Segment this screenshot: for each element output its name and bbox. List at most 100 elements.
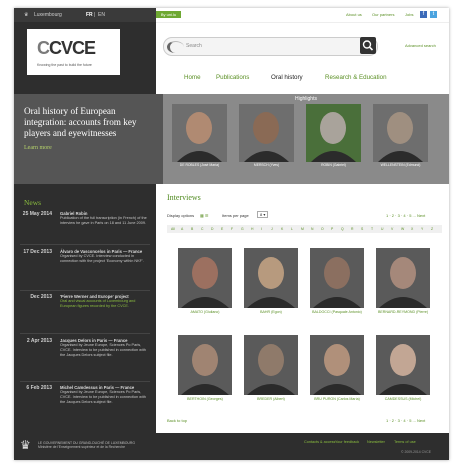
- alphabet-letter[interactable]: S: [361, 227, 363, 231]
- interview-portrait[interactable]: [376, 248, 430, 308]
- alphabet-letter[interactable]: W: [401, 227, 404, 231]
- highlight-name[interactable]: WELLENSTEIN (Edmund): [373, 163, 428, 167]
- footer-newsletter[interactable]: Newsletter: [367, 440, 385, 444]
- news-date: Dec 2013: [30, 294, 52, 300]
- lion-logo-icon: ♛: [20, 438, 31, 452]
- country-label[interactable]: Luxembourg: [34, 12, 62, 18]
- interview-portrait[interactable]: [178, 248, 232, 308]
- news-divider: [20, 244, 150, 245]
- interview-name[interactable]: BAHR (Egon): [244, 310, 298, 315]
- search-input[interactable]: Search: [163, 37, 378, 56]
- highlights-panel: Highlights DE ROBLES (José María) MERSCH…: [163, 94, 449, 184]
- interview-name[interactable]: BALDOCCI (Pasquale Antonio): [310, 310, 364, 315]
- back-to-top-link[interactable]: Back to top: [167, 418, 187, 423]
- lang-en[interactable]: EN: [98, 12, 105, 18]
- highlight-portrait[interactable]: [239, 104, 294, 162]
- alphabet-letter[interactable]: R: [351, 227, 353, 231]
- alphabet-letter[interactable]: F: [231, 227, 233, 231]
- alphabet-letter[interactable]: X: [411, 227, 413, 231]
- footer-terms[interactable]: Terms of use: [394, 440, 416, 444]
- lang-separator: |: [94, 12, 96, 18]
- news-date: 17 Dec 2013: [23, 249, 52, 255]
- alphabet-letter[interactable]: I: [261, 227, 262, 231]
- news-item[interactable]: Gabriel Robin Publication of the full tra…: [60, 211, 148, 226]
- alphabet-letter[interactable]: All: [171, 227, 175, 231]
- alphabet-letter[interactable]: P: [331, 227, 333, 231]
- alphabet-letter[interactable]: V: [391, 227, 393, 231]
- interview-name[interactable]: BREDER (Albert): [244, 397, 298, 402]
- nav-home[interactable]: Home: [184, 74, 201, 81]
- news-date: 25 May 2014: [22, 211, 52, 217]
- news-item[interactable]: Jacques Delors in Paris — France Organise…: [60, 338, 148, 358]
- interview-name[interactable]: BERNARD-REYMOND (Pierre): [376, 310, 430, 315]
- interview-name[interactable]: CAMDESSUS (Michel): [376, 397, 430, 402]
- interview-name[interactable]: BERTHOIN (Georges): [178, 397, 232, 402]
- footer-contacts[interactable]: Contacts & access: [304, 440, 335, 444]
- nav-research-education[interactable]: Research & Education: [325, 74, 387, 81]
- link-partners[interactable]: Our partners: [372, 12, 394, 17]
- uni-badge[interactable]: By uni.lu: [156, 11, 181, 18]
- interview-portrait[interactable]: [376, 335, 430, 395]
- twitter-icon[interactable]: t: [430, 11, 437, 18]
- nav-publications[interactable]: Publications: [216, 74, 249, 81]
- grid-view-icon[interactable]: ▦ ☰: [200, 213, 208, 218]
- facebook-icon[interactable]: f: [420, 11, 427, 18]
- alphabet-letter[interactable]: D: [211, 227, 213, 231]
- highlight-portrait[interactable]: [373, 104, 428, 162]
- alphabet-letter[interactable]: K: [281, 227, 283, 231]
- interview-portrait[interactable]: [244, 335, 298, 395]
- alphabet-letter[interactable]: H: [251, 227, 253, 231]
- interview-portrait[interactable]: [310, 335, 364, 395]
- alphabet-letter[interactable]: O: [321, 227, 324, 231]
- search-button[interactable]: [360, 37, 376, 54]
- interview-portrait[interactable]: [310, 248, 364, 308]
- highlights-title: Highlights: [295, 96, 317, 102]
- highlight-name[interactable]: ROBIN (Gabriel): [306, 163, 361, 167]
- alphabet-filter: All A B C D E F G H I J K L M N O P Q R S T U V W X Y Z: [167, 225, 442, 233]
- main-nav: Home Publications Oral history Research …: [163, 68, 449, 84]
- news-item[interactable]: 'Pierre Werner and Europe' project Oral a…: [60, 294, 148, 309]
- alphabet-letter[interactable]: E: [221, 227, 223, 231]
- news-item[interactable]: Álvaro de Vasconcelos in Paris — France O…: [60, 249, 148, 264]
- footer-feedback[interactable]: Your feedback: [335, 440, 359, 444]
- nav-oral-history[interactable]: Oral history: [271, 74, 303, 81]
- interview-name[interactable]: AMATO (Giuliano): [178, 310, 232, 315]
- logo-tagline: Knowing the past to build the future: [37, 63, 92, 67]
- interview-name[interactable]: BRU PURON (Carlos María): [310, 397, 364, 402]
- highlight-name[interactable]: DE ROBLES (José María): [172, 163, 227, 167]
- news-item[interactable]: Michel Camdessus in Paris — France Organi…: [60, 385, 148, 405]
- alphabet-letter[interactable]: Z: [431, 227, 433, 231]
- alphabet-letter[interactable]: B: [191, 227, 193, 231]
- learn-more-link[interactable]: Learn more: [24, 145, 52, 151]
- interview-portrait[interactable]: [244, 248, 298, 308]
- highlight-portrait[interactable]: [306, 104, 361, 162]
- link-about[interactable]: About us: [346, 12, 362, 17]
- ministry-text: LE GOUVERNEMENT DU GRAND-DUCHÉ DE LUXEMB…: [38, 441, 135, 450]
- alphabet-letter[interactable]: J: [271, 227, 273, 231]
- advanced-search-link[interactable]: Advanced search: [405, 43, 436, 48]
- alphabet-letter[interactable]: Q: [341, 227, 344, 231]
- logo[interactable]: CCVCE Knowing the past to build the futu…: [27, 29, 120, 75]
- search-placeholder: Search: [186, 43, 202, 49]
- highlight-portrait[interactable]: [172, 104, 227, 162]
- alphabet-letter[interactable]: C: [201, 227, 203, 231]
- lang-fr[interactable]: FR: [86, 12, 93, 18]
- highlight-name[interactable]: MERSCH (Yves): [239, 163, 294, 167]
- alphabet-letter[interactable]: G: [241, 227, 244, 231]
- news-divider: [20, 290, 150, 291]
- news-heading: News: [24, 198, 42, 207]
- alphabet-letter[interactable]: L: [291, 227, 293, 231]
- alphabet-letter[interactable]: M: [301, 227, 304, 231]
- pagination-top[interactable]: 1 · 2 · 3 · 4 · 5 ... Next: [386, 213, 425, 218]
- pagination-bottom[interactable]: 1 · 2 · 3 · 4 · 5 ... Next: [386, 418, 425, 423]
- items-per-page-select[interactable]: 8 ▾: [257, 211, 269, 218]
- alphabet-letter[interactable]: N: [311, 227, 313, 231]
- lion-small-icon: ♛: [24, 12, 29, 18]
- language-bar: ♛ Luxembourg FR | EN: [14, 8, 156, 22]
- alphabet-letter[interactable]: Y: [421, 227, 423, 231]
- alphabet-letter[interactable]: T: [371, 227, 373, 231]
- alphabet-letter[interactable]: A: [181, 227, 183, 231]
- link-jobs[interactable]: Jobs: [405, 12, 413, 17]
- alphabet-letter[interactable]: U: [381, 227, 383, 231]
- interview-portrait[interactable]: [178, 335, 232, 395]
